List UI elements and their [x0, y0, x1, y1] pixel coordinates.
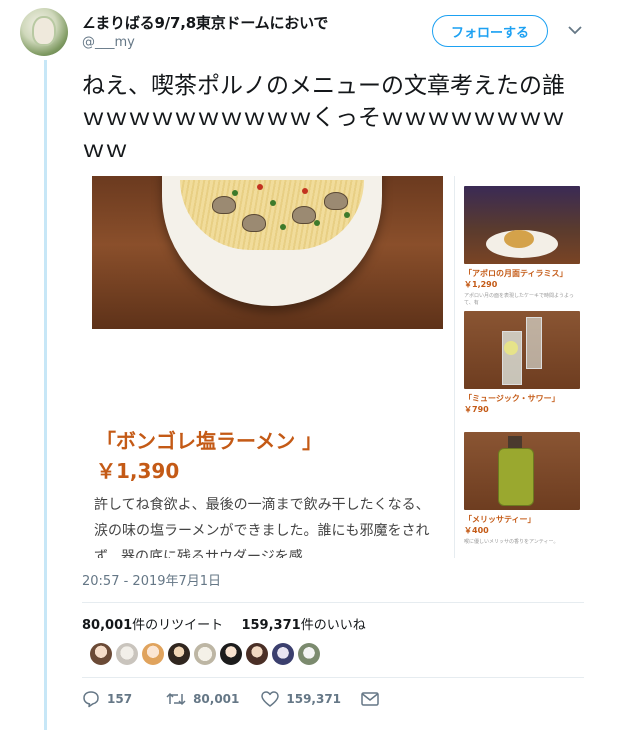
thread-line [44, 60, 47, 730]
side-item-title: 「アポロの月面ティラミス」 [464, 269, 568, 278]
envelope-icon [361, 692, 379, 706]
sour-photo [464, 311, 580, 389]
liker-avatars [90, 643, 320, 665]
liker-avatar[interactable] [90, 643, 112, 665]
herb-shape [344, 212, 350, 218]
retweets-count[interactable]: 80,001 [82, 618, 132, 633]
direct-message-action[interactable] [361, 692, 386, 706]
side-item-tea: 「メリッサティー」 ￥400 喉に優しいメリッサの香りをアンティー。 [464, 432, 580, 545]
side-item-title: 「メリッサティー」 [464, 515, 536, 524]
reply-count: 157 [107, 692, 133, 706]
heart-icon [261, 691, 280, 707]
liker-avatar[interactable] [194, 643, 216, 665]
liker-avatar[interactable] [116, 643, 138, 665]
side-item-title: 「ミュージック・サワー」 [464, 394, 560, 403]
follow-button[interactable]: フォローする [432, 15, 548, 47]
side-item-note: アポロい月の面を表現したケーキで時間ようよって、有 [464, 293, 574, 306]
clam-shape [212, 196, 236, 214]
engagement-stats: 80,001件のリツイート 159,371件のいいね [82, 614, 366, 633]
tiramisu-photo [464, 186, 580, 264]
liker-avatar[interactable] [272, 643, 294, 665]
retweet-icon [166, 692, 186, 706]
likes-label[interactable]: 件のいいね [301, 618, 366, 633]
likes-count[interactable]: 159,371 [241, 618, 300, 633]
divider [82, 602, 584, 603]
chili-shape [257, 184, 263, 190]
tweet-timestamp[interactable]: 20:57 - 2019年7月1日 [82, 570, 221, 589]
user-handle[interactable]: @___my [82, 35, 135, 50]
dish-title: 「ボンゴレ塩ラーメン 」 [96, 429, 323, 453]
clam-shape [242, 214, 266, 232]
ramen-photo [92, 176, 443, 329]
tweet-media[interactable]: 「ボンゴレ塩ラーメン 」 ￥1,390 許してね食欲よ、最後の一滴まで飲み干した… [82, 170, 588, 558]
clam-shape [292, 206, 316, 224]
reply-icon [83, 691, 99, 708]
liker-avatar[interactable] [168, 643, 190, 665]
action-bar: 157 80,001 159,371 [82, 690, 406, 708]
divider [82, 677, 584, 678]
tweet-text: ねえ、喫茶ポルノのメニューの文章考えたの誰ｗｗｗｗｗｗｗｗｗｗくっそｗｗｗｗｗｗ… [82, 73, 565, 163]
side-item-price: ￥790 [464, 405, 489, 414]
retweet-action[interactable]: 80,001 [166, 691, 239, 707]
chevron-down-icon[interactable] [568, 25, 582, 35]
side-item-note: 喉に優しいメリッサの香りをアンティー。 [464, 539, 559, 545]
herb-shape [270, 200, 276, 206]
retweet-count: 80,001 [193, 692, 240, 706]
liker-avatar[interactable] [220, 643, 242, 665]
display-name[interactable]: ∠まりばる9/7,8東京ドームにおいで [82, 12, 328, 33]
herb-shape [232, 190, 238, 196]
like-action[interactable]: 159,371 [261, 691, 341, 707]
side-item-tiramisu: 「アポロの月面ティラミス」 ￥1,290 アポロい月の面を表現したケーキで時間よ… [464, 186, 580, 306]
like-count: 159,371 [286, 692, 342, 706]
herb-shape [280, 224, 286, 230]
side-item-price: ￥400 [464, 526, 489, 535]
dish-description: 許してね食欲よ、最後の一滴まで飲み干したくなる、涙の味の塩ラーメンができました。… [94, 497, 430, 558]
chili-shape [302, 188, 308, 194]
reply-action[interactable]: 157 [82, 690, 132, 708]
liker-avatar[interactable] [298, 643, 320, 665]
side-item-sour: 「ミュージック・サワー」 ￥790 [464, 311, 580, 415]
retweets-label[interactable]: 件のリツイート [132, 618, 223, 633]
clam-shape [324, 192, 348, 210]
side-item-price: ￥1,290 [464, 280, 498, 289]
tea-photo [464, 432, 580, 510]
liker-avatar[interactable] [246, 643, 268, 665]
liker-avatar[interactable] [142, 643, 164, 665]
herb-shape [314, 220, 320, 226]
avatar[interactable] [20, 8, 68, 56]
media-divider [454, 176, 455, 558]
dish-price: ￥1,390 [96, 459, 180, 483]
